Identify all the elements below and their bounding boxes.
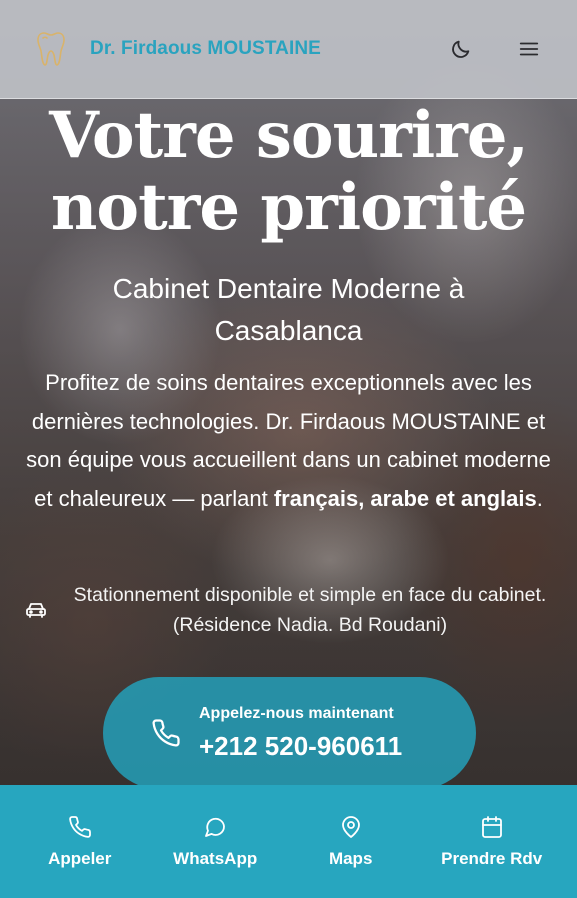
nav-call-button[interactable]: Appeler <box>35 815 125 869</box>
nav-appointment-label: Prendre Rdv <box>441 848 543 868</box>
phone-icon <box>152 719 180 747</box>
hero-subtitle: Cabinet Dentaire Moderne à Casablanca <box>112 273 465 346</box>
moon-icon[interactable] <box>449 37 473 61</box>
brand-name[interactable]: Dr. Firdaous MOUSTAINE <box>90 38 321 60</box>
hero-title: Votre sourire, notre priorité <box>0 100 577 244</box>
calendar-icon <box>481 815 502 838</box>
nav-maps-button[interactable]: Maps <box>306 815 396 869</box>
hero-title-line1: Votre sourire, <box>49 98 529 173</box>
header-actions <box>449 37 541 61</box>
site-header: Dr. Firdaous MOUSTAINE <box>0 0 577 99</box>
nav-whatsapp-label: WhatsApp <box>173 848 258 868</box>
bottom-action-bar: Appeler WhatsApp Maps Prendre Rdv <box>0 785 577 898</box>
call-cta-text: Appelez-nous maintenant +212 520-960611 <box>199 703 402 763</box>
hero-text-end: . <box>536 485 543 511</box>
hero-title-line2: notre priorité <box>50 170 527 245</box>
map-pin-icon <box>341 815 360 838</box>
call-now-button[interactable]: Appelez-nous maintenant +212 520-960611 <box>103 677 476 789</box>
hero-text-languages: français, arabe et anglais <box>273 485 537 511</box>
hero-description: Profitez de soins dentaires exceptionnel… <box>18 364 559 518</box>
tooth-icon[interactable] <box>36 30 66 68</box>
car-icon <box>26 603 46 618</box>
nav-maps-label: Maps <box>328 848 373 868</box>
parking-info: Stationnement disponible et simple en fa… <box>24 580 554 640</box>
nav-call-label: Appeler <box>48 848 112 868</box>
phone-icon <box>68 815 91 838</box>
phone-number[interactable]: +212 520-960611 <box>199 729 402 763</box>
chat-bubble-icon <box>205 817 226 837</box>
nav-whatsapp-button[interactable]: WhatsApp <box>170 815 260 869</box>
call-cta-label: Appelez-nous maintenant <box>199 705 394 722</box>
nav-appointment-button[interactable]: Prendre Rdv <box>441 815 542 869</box>
hamburger-menu-icon[interactable] <box>517 37 541 61</box>
parking-text: Stationnement disponible et simple en fa… <box>73 584 547 636</box>
